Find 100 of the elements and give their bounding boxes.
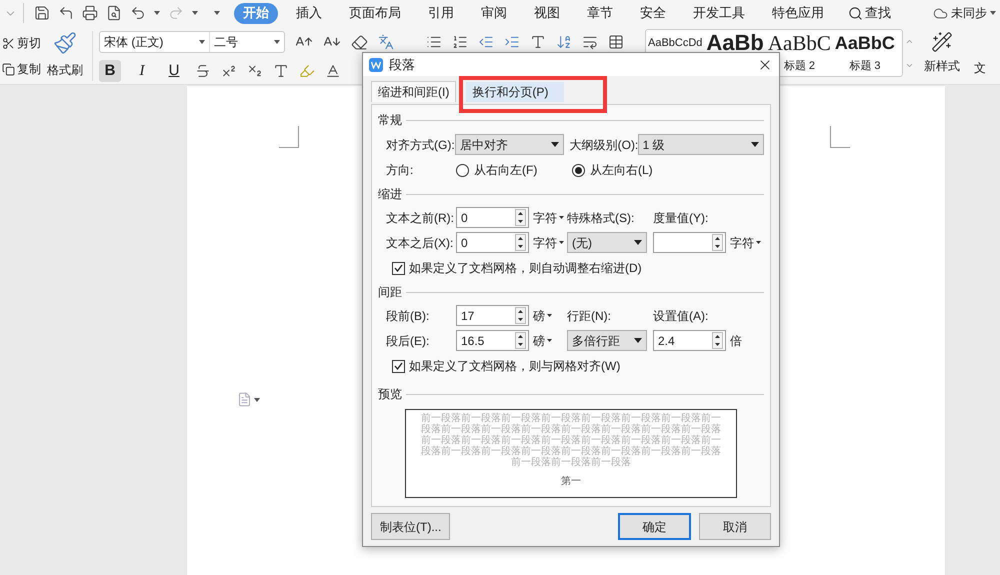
strikethrough-icon[interactable]	[195, 63, 211, 79]
document-tool-label[interactable]: 文	[974, 59, 986, 77]
number-field[interactable]	[653, 232, 726, 253]
number-field[interactable]: 17	[456, 305, 529, 326]
radio-button[interactable]	[456, 164, 469, 176]
table-icon[interactable]	[608, 34, 624, 50]
caret-icon	[559, 241, 564, 244]
caret-icon	[634, 338, 642, 343]
scissors-icon[interactable]	[2, 36, 15, 50]
paintbrush-icon[interactable]	[53, 31, 77, 55]
spinner-icon[interactable]	[515, 234, 526, 251]
increase-indent-icon[interactable]	[504, 34, 520, 50]
subscript-icon[interactable]	[247, 63, 263, 79]
ribbon-tab[interactable]: 特色应用	[763, 2, 833, 24]
undo-icon[interactable]	[130, 5, 146, 21]
radio-button[interactable]	[572, 164, 585, 176]
spinner-icon[interactable]	[712, 332, 723, 349]
print-preview-icon[interactable]	[106, 5, 122, 21]
ribbon-tab[interactable]: 插入	[287, 2, 331, 24]
arrow-icon[interactable]	[58, 5, 74, 21]
corner-mark	[830, 126, 850, 148]
format-toggle[interactable]: U	[163, 60, 185, 82]
section-title: 缩进	[378, 186, 402, 203]
superscript-icon[interactable]	[221, 63, 237, 79]
caret-icon	[199, 40, 205, 44]
cut-button[interactable]: 剪切	[2, 34, 44, 52]
preview-text: 前一段落前一段落前一段落前一段落前一段落前一段落前一段落前一段落前一段落前一段落前一段落前一段落前一段落前一段落前一段落前一段落前一段落前一段落前一段落前一段落前一段落前一段落前一段落前一段落前一段落前一段落前一段落前一段落前一段落前一段落前一段落前一段落前一段落	[420, 413, 722, 468]
style-preset[interactable]: AaBbCcDd	[646, 30, 704, 56]
number-field[interactable]: 0	[456, 232, 529, 253]
field-label: 特殊格式(S):	[567, 210, 636, 226]
section-title: 预览	[378, 386, 402, 403]
unit-label: 字符	[730, 234, 754, 252]
number-field[interactable]: 16.5	[456, 330, 529, 351]
font-size-dropdown[interactable]: 二号	[210, 32, 284, 52]
ribbon-tab[interactable]: 页面布局	[340, 2, 410, 24]
caret-icon	[254, 398, 260, 402]
field-label: 方向:	[386, 162, 414, 179]
wand-icon[interactable]	[931, 31, 953, 53]
sort-icon[interactable]	[556, 34, 572, 50]
corner-mark	[279, 126, 299, 148]
spinner-icon[interactable]	[515, 209, 526, 226]
dropdown[interactable]: 居中对齐	[455, 134, 564, 155]
caret-icon	[192, 11, 198, 15]
ribbon-tab[interactable]: 引用	[419, 2, 463, 24]
search-icon[interactable]	[848, 6, 863, 20]
format-toggle[interactable]: I	[131, 60, 153, 82]
style-preset[interactable]: AaBb	[704, 30, 766, 56]
print-icon[interactable]	[82, 5, 98, 21]
caret-icon	[550, 142, 559, 147]
style-preset[interactable]: AaBbC 标题 3	[832, 30, 897, 74]
font-name-dropdown[interactable]: 宋体 (正文)	[100, 32, 210, 52]
dialog-tab[interactable]: 缩进和间距(I)	[371, 81, 456, 102]
eraser-icon[interactable]	[351, 34, 368, 50]
format-toggle[interactable]: B	[99, 60, 121, 82]
ribbon-tab[interactable]: 审阅	[472, 2, 516, 24]
font-color-icon[interactable]	[325, 63, 341, 79]
dropdown[interactable]: 1 级	[638, 134, 764, 155]
dropdown[interactable]: (无)	[567, 232, 647, 253]
format-painter-button[interactable]: 格式刷	[44, 31, 86, 79]
cancel-button[interactable]: 取消	[699, 513, 771, 540]
unit-selector[interactable]: 字符	[533, 208, 564, 226]
field-label: 行距(N):	[567, 308, 612, 324]
copy-button[interactable]: 复制	[2, 60, 44, 78]
number-field[interactable]: 0	[456, 207, 529, 228]
number-field[interactable]: 2.4	[653, 330, 726, 351]
field-label: 度量值(Y):	[653, 210, 710, 226]
caret-icon	[756, 241, 761, 244]
spinner-icon[interactable]	[515, 332, 526, 349]
unit-selector[interactable]: 磅	[533, 306, 552, 324]
radio-label: 从左向右(L)	[590, 162, 653, 179]
checkbox[interactable]	[392, 262, 405, 274]
dropdown[interactable]: 多倍行距	[567, 330, 647, 351]
caret-icon	[990, 11, 996, 15]
new-style-button[interactable]: 新样式	[924, 31, 960, 75]
ribbon-tab[interactable]: 章节	[578, 2, 622, 24]
search-button[interactable]: 查找	[848, 3, 891, 23]
field-label: 设置值(A):	[653, 308, 710, 324]
spinner-icon[interactable]	[712, 234, 723, 251]
unit-label: 倍	[730, 332, 742, 350]
unit-selector[interactable]: 字符	[730, 234, 761, 252]
field-label: 文本之前(R):	[386, 210, 455, 226]
dialog-tab[interactable]: 换行和分页(P)	[466, 82, 564, 102]
numbered-list-icon[interactable]	[452, 34, 468, 50]
ribbon-tab[interactable]: 开发工具	[684, 2, 754, 24]
copy-icon[interactable]	[2, 62, 15, 76]
field-label: 段前(B):	[386, 308, 430, 324]
unit-label: 字符	[533, 234, 557, 252]
sync-status-button[interactable]: 未同步	[933, 4, 996, 22]
decrease-indent-icon[interactable]	[478, 34, 494, 50]
save-icon[interactable]	[34, 5, 50, 21]
checkbox[interactable]	[392, 360, 405, 372]
spinner-icon[interactable]	[515, 307, 526, 324]
unit-selector[interactable]: 字符	[533, 234, 564, 252]
ribbon-tab[interactable]: 视图	[525, 2, 569, 24]
tab-stops-button[interactable]: 制表位(T)...	[371, 513, 450, 540]
ok-button[interactable]: 确定	[618, 513, 691, 540]
cloud-icon[interactable]	[933, 6, 948, 20]
unit-selector[interactable]: 磅	[533, 332, 552, 350]
dialog-title: 段落	[389, 56, 416, 74]
ribbon-tab[interactable]: 安全	[631, 2, 675, 24]
